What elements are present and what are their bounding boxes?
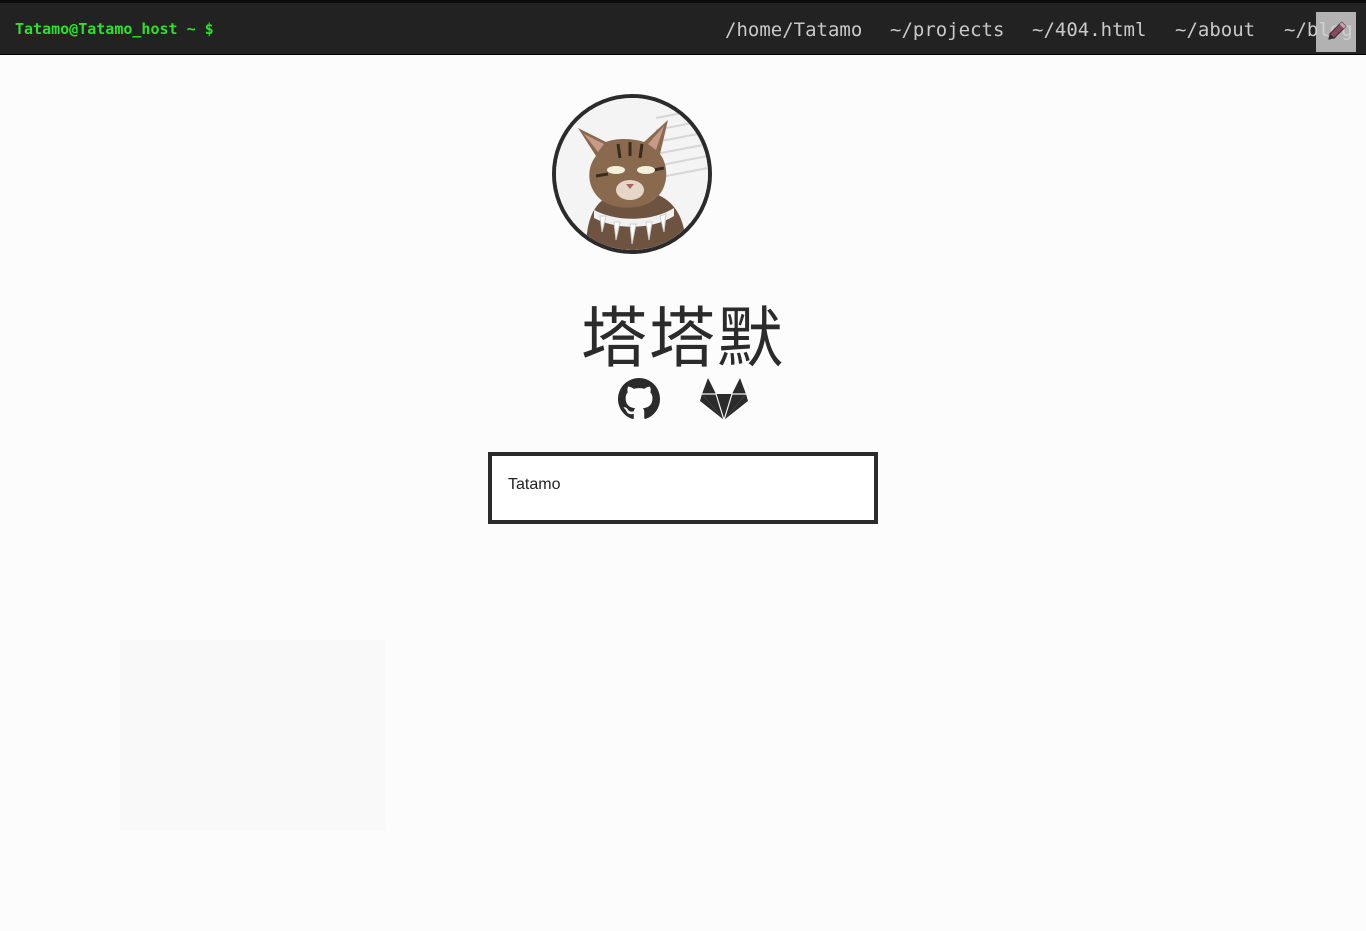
main-nav: /home/Tatamo ~/projects ~/404.html ~/abo… xyxy=(0,19,1366,45)
nav-home[interactable]: /home/Tatamo xyxy=(725,19,862,41)
nav-404[interactable]: ~/404.html xyxy=(1032,19,1146,41)
github-icon xyxy=(618,378,660,419)
avatar xyxy=(552,94,712,254)
username-text: Tatamo xyxy=(508,476,561,493)
username-card: Tatamo xyxy=(488,452,878,524)
background-decoration xyxy=(120,640,385,830)
gitlab-icon xyxy=(700,378,748,421)
top-navigation-bar: Tatamo@Tatamo_host ~ $ /home/Tatamo ~/pr… xyxy=(0,0,1366,55)
github-link[interactable] xyxy=(618,378,660,420)
edit-button[interactable] xyxy=(1316,12,1356,52)
pencil-icon xyxy=(1328,21,1347,40)
nav-about[interactable]: ~/about xyxy=(1175,19,1255,41)
profile-name: 塔塔默 xyxy=(581,300,785,377)
nav-projects[interactable]: ~/projects xyxy=(890,19,1004,41)
gitlab-link[interactable] xyxy=(700,376,748,422)
cat-avatar xyxy=(556,98,708,250)
